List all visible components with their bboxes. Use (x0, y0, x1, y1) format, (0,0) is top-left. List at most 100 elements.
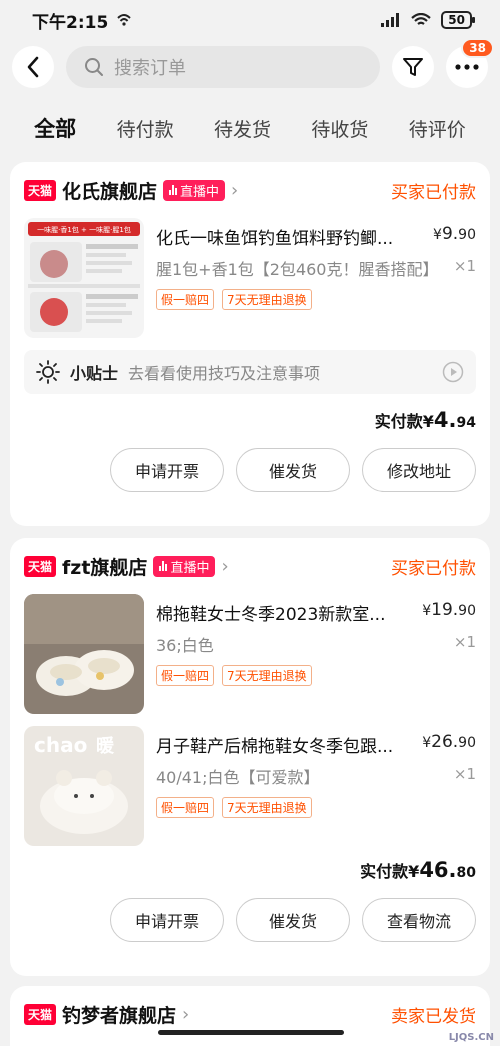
tag-fake-compensation: 假一赔四 (156, 797, 215, 818)
status-icons: 50 (381, 11, 475, 29)
item-title-row: 化氏一味鱼饵钓鱼饵料野钓鲫... ¥9.90 (156, 224, 476, 249)
tmall-badge: 天猫 (24, 1003, 57, 1025)
tag-fake-compensation: 假一赔四 (156, 665, 215, 686)
shop-name[interactable]: fzt旗舰店 (62, 553, 147, 580)
tab-pending-shipment[interactable]: 待发货 (214, 115, 271, 142)
item-title[interactable]: 化氏一味鱼饵钓鱼饵料野钓鲫... (156, 224, 425, 249)
status-time: 下午2:15 (32, 12, 109, 33)
urge-shipment-button[interactable]: 催发货 (236, 898, 350, 942)
order-card: 天猫 fzt旗舰店 直播中 › 买家已付款 棉拖鞋女士冬季2023新款室... (10, 538, 490, 976)
battery-indicator: 50 (441, 11, 475, 29)
shop-header[interactable]: 天猫 化氏旗舰店 直播中 › 买家已付款 (24, 162, 476, 218)
lightbulb-icon (36, 360, 60, 384)
order-card: 天猫 化氏旗舰店 直播中 › 买家已付款 一味腥·香1包 + 一味腥·腥1包 化… (10, 162, 490, 526)
shop-name[interactable]: 钓梦者旗舰店 (62, 1001, 176, 1028)
status-time-group: 下午2:15 (32, 8, 132, 33)
item-details: 化氏一味鱼饵钓鱼饵料野钓鲫... ¥9.90 腥1包+香1包【2包460克！腥香… (156, 218, 476, 338)
tab-pending-payment[interactable]: 待付款 (117, 115, 174, 142)
status-bar: 下午2:15 50 (0, 0, 500, 40)
home-indicator[interactable] (158, 1030, 344, 1035)
product-image[interactable]: 一味腥·香1包 + 一味腥·腥1包 (24, 218, 144, 338)
tab-pending-receipt[interactable]: 待收货 (311, 115, 368, 142)
request-invoice-button[interactable]: 申请开票 (110, 898, 224, 942)
spec-row: 40/41;白色【可爱款】 ×1 (156, 765, 476, 791)
more-dots-icon (455, 64, 479, 70)
service-tags: 假一赔四 7天无理由退换 (156, 665, 476, 686)
product-image[interactable] (24, 594, 144, 714)
tab-pending-review[interactable]: 待评价 (409, 115, 466, 142)
chevron-right-icon: › (231, 179, 239, 201)
product-image[interactable]: chao 暖 (24, 726, 144, 846)
live-label: 直播中 (180, 184, 220, 200)
item-title-row: 棉拖鞋女士冬季2023新款室... ¥19.90 (156, 600, 476, 625)
search-input[interactable]: 搜索订单 (66, 46, 380, 88)
urge-shipment-button[interactable]: 催发货 (236, 448, 350, 492)
order-actions: 申请开票 催发货 修改地址 (24, 448, 476, 508)
tip-text: 去看看使用技巧及注意事项 (128, 364, 321, 383)
search-placeholder: 搜索订单 (114, 58, 186, 79)
modify-address-button[interactable]: 修改地址 (362, 448, 476, 492)
item-price: ¥9.90 (433, 224, 476, 244)
live-bars-icon (169, 185, 178, 195)
tips-banner[interactable]: 小贴士 去看看使用技巧及注意事项 (24, 350, 476, 394)
thumb-brand-text: chao (34, 733, 87, 757)
item-spec: 腥1包+香1包【2包460克！腥香搭配】 (156, 260, 439, 279)
order-actions: 申请开票 催发货 查看物流 (24, 898, 476, 958)
tip-label: 小贴士 (70, 364, 119, 383)
order-status: 卖家已发货 (391, 1006, 476, 1027)
filter-button[interactable] (392, 46, 434, 88)
signal-icon (381, 13, 400, 27)
filter-icon (403, 58, 423, 76)
order-status: 买家已付款 (391, 182, 476, 203)
item-spec: 36;白色 (156, 636, 214, 655)
service-tags: 假一赔四 7天无理由退换 (156, 797, 476, 818)
watermark: LJQS.CN (448, 1032, 494, 1043)
item-details: 月子鞋产后棉拖鞋女冬季包跟... ¥26.90 40/41;白色【可爱款】 ×1… (156, 726, 476, 846)
chevron-left-icon (27, 56, 39, 78)
thumb-banner-text: 一味腥·香1包 + 一味腥·腥1包 (37, 225, 131, 234)
back-button[interactable] (12, 46, 54, 88)
order-total: 实付款¥4.94 (374, 408, 476, 432)
spec-row: 36;白色 ×1 (156, 633, 476, 659)
item-title[interactable]: 月子鞋产后棉拖鞋女冬季包跟... (156, 732, 414, 757)
item-price: ¥19.90 (422, 600, 476, 620)
live-badge[interactable]: 直播中 (163, 179, 226, 201)
shop-header[interactable]: 天猫 fzt旗舰店 直播中 › 买家已付款 (24, 538, 476, 594)
spec-row: 腥1包+香1包【2包460克！腥香搭配】 ×1 (156, 257, 476, 283)
tmall-badge: 天猫 (24, 179, 57, 201)
search-icon (85, 58, 103, 76)
chevron-right-icon: › (221, 555, 229, 577)
order-item[interactable]: chao 暖 月子鞋产后棉拖鞋女冬季包跟... ¥26.90 40/41;白色【… (24, 726, 476, 846)
message-count-badge: 38 (461, 38, 494, 58)
request-invoice-button[interactable]: 申请开票 (110, 448, 224, 492)
tab-all[interactable]: 全部 (34, 113, 76, 143)
play-circle-icon[interactable] (442, 361, 464, 383)
item-quantity: ×1 (453, 633, 476, 651)
tag-fake-compensation: 假一赔四 (156, 289, 215, 310)
tag-7day-return: 7天无理由退换 (222, 289, 312, 310)
tag-7day-return: 7天无理由退换 (222, 665, 312, 686)
top-header: 搜索订单 38 (0, 38, 500, 90)
live-bars-icon (159, 561, 168, 571)
item-quantity: ×1 (453, 257, 476, 275)
live-badge[interactable]: 直播中 (153, 555, 216, 577)
item-quantity: ×1 (453, 765, 476, 783)
order-total: 实付款¥46.80 (360, 858, 476, 882)
item-details: 棉拖鞋女士冬季2023新款室... ¥19.90 36;白色 ×1 假一赔四 7… (156, 594, 476, 714)
order-tabs: 全部 待付款 待发货 待收货 待评价 (0, 108, 500, 148)
tag-7day-return: 7天无理由退换 (222, 797, 312, 818)
chevron-right-icon: › (182, 1003, 190, 1025)
item-spec: 40/41;白色【可爱款】 (156, 768, 320, 787)
item-title-row: 月子鞋产后棉拖鞋女冬季包跟... ¥26.90 (156, 732, 476, 757)
order-item[interactable]: 一味腥·香1包 + 一味腥·腥1包 化氏一味鱼饵钓鱼饵料野钓鲫... ¥9.90 (24, 218, 476, 338)
order-status: 买家已付款 (391, 558, 476, 579)
order-card: 天猫 钓梦者旗舰店 › 卖家已发货 (10, 986, 490, 1046)
tmall-badge: 天猫 (24, 555, 57, 577)
item-price: ¥26.90 (422, 732, 476, 752)
track-shipment-button[interactable]: 查看物流 (362, 898, 476, 942)
live-label: 直播中 (170, 560, 210, 576)
order-item[interactable]: 棉拖鞋女士冬季2023新款室... ¥19.90 36;白色 ×1 假一赔四 7… (24, 594, 476, 714)
more-button[interactable]: 38 (446, 38, 494, 88)
shop-name[interactable]: 化氏旗舰店 (62, 177, 157, 204)
item-title[interactable]: 棉拖鞋女士冬季2023新款室... (156, 600, 414, 625)
